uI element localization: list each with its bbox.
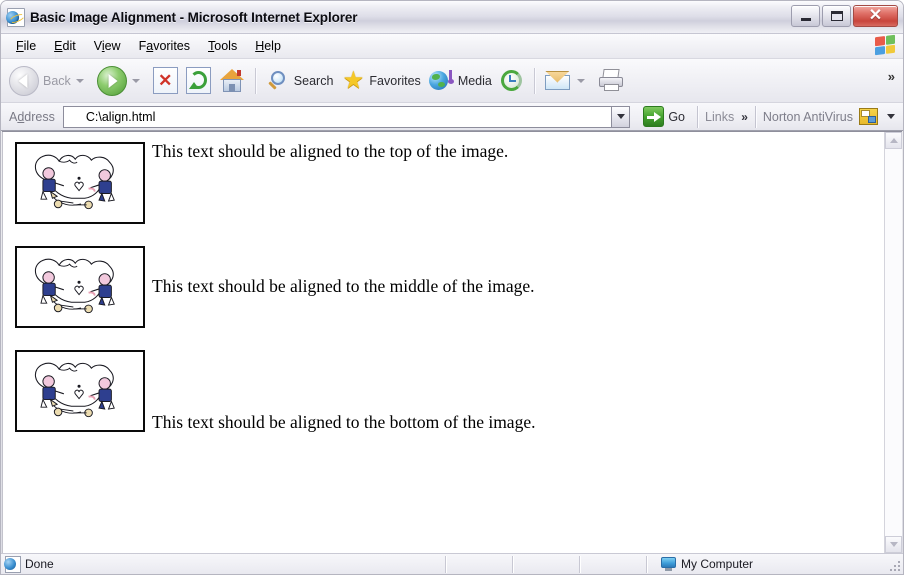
align-row-middle: This text should be aligned to the middl… — [15, 246, 884, 328]
back-arrow-icon — [9, 65, 39, 96]
menu-item-help[interactable]: Help — [246, 37, 290, 55]
chevron-down-icon — [616, 114, 625, 119]
minimize-icon — [801, 18, 811, 21]
forward-dropdown-chevron-icon[interactable] — [131, 78, 140, 83]
stop-icon: ✕ — [152, 67, 178, 94]
go-button[interactable]: Go — [638, 105, 690, 129]
maximize-button[interactable] — [822, 5, 851, 27]
favorites-button[interactable]: ★ Favorites — [337, 62, 424, 100]
align-row-bottom: This text should be aligned to the botto… — [15, 350, 884, 432]
ie-document-icon[interactable] — [6, 8, 25, 27]
toolbar-overflow-chevron-icon[interactable]: » — [888, 69, 895, 84]
history-button[interactable] — [496, 62, 528, 100]
close-icon: ✕ — [868, 7, 883, 24]
clipart-image-middle[interactable] — [15, 246, 145, 328]
maximize-icon — [831, 11, 843, 21]
menu-item-favorites[interactable]: Favorites — [130, 37, 199, 55]
norton-antivirus-label[interactable]: Norton AntiVirus — [763, 110, 853, 124]
status-message-pane: Done — [4, 555, 445, 574]
menu-item-tools[interactable]: Tools — [199, 37, 246, 55]
scroll-down-button[interactable] — [885, 536, 902, 553]
refresh-icon — [185, 67, 211, 94]
toolbar-separator-1 — [254, 67, 256, 94]
norton-dropdown-chevron-icon[interactable] — [887, 114, 895, 119]
home-button[interactable] — [215, 62, 249, 100]
align-text-top: This text should be aligned to the top o… — [152, 141, 509, 161]
status-pane-2 — [446, 555, 512, 574]
vertical-scrollbar[interactable] — [884, 132, 902, 553]
window-controls: ✕ — [791, 5, 898, 27]
mail-button[interactable] — [541, 62, 594, 100]
favorites-button-label: Favorites — [369, 73, 421, 88]
stop-x-glyph: ✕ — [158, 71, 173, 90]
media-button[interactable]: Media — [425, 62, 496, 100]
cherubs-clipart-svg — [35, 154, 115, 210]
content-area: This text should be aligned to the top o… — [2, 131, 902, 553]
back-button[interactable]: Back — [5, 62, 93, 100]
title-bar[interactable]: Basic Image Alignment - Microsoft Intern… — [1, 1, 903, 34]
close-button[interactable]: ✕ — [853, 5, 898, 27]
status-pane-3 — [513, 555, 579, 574]
cherubs-clipart-svg — [35, 362, 115, 418]
main-toolbar: Back ✕ Search ★ Favorites Media » — [1, 59, 903, 103]
refresh-button[interactable] — [182, 62, 215, 100]
security-zone-pane[interactable]: My Computer — [647, 557, 903, 571]
print-button[interactable] — [594, 62, 628, 100]
ie-status-icon — [4, 555, 21, 573]
back-button-label: Back — [43, 73, 71, 88]
window-title: Basic Image Alignment - Microsoft Intern… — [30, 9, 358, 25]
links-button-label[interactable]: Links — [705, 110, 734, 124]
media-button-label: Media — [457, 73, 492, 88]
search-icon — [266, 69, 290, 93]
status-pane-4 — [580, 555, 646, 574]
search-button[interactable]: Search — [262, 62, 338, 100]
address-label: Address — [9, 109, 55, 124]
cherubs-clipart-svg — [35, 258, 115, 314]
my-computer-icon — [661, 557, 676, 571]
align-row-top: This text should be aligned to the top o… — [15, 141, 884, 224]
chevron-up-icon — [889, 138, 898, 143]
norton-antivirus-icon[interactable] — [859, 108, 878, 125]
menu-item-file[interactable]: File — [7, 37, 45, 55]
clipart-image-bottom[interactable] — [15, 350, 145, 432]
toolbar-separator-2 — [533, 67, 535, 94]
mail-dropdown-chevron-icon[interactable] — [576, 78, 585, 83]
windows-flag-logo-icon — [875, 34, 897, 56]
resize-grip[interactable] — [888, 559, 901, 572]
align-text-middle: This text should be aligned to the middl… — [152, 276, 535, 297]
chevron-down-icon — [889, 542, 898, 547]
back-dropdown-chevron-icon[interactable] — [75, 78, 84, 83]
menu-bar: File Edit View Favorites Tools Help — [1, 34, 903, 59]
stop-button[interactable]: ✕ — [149, 62, 182, 100]
scrollbar-track[interactable] — [885, 149, 902, 536]
printer-icon — [598, 69, 624, 92]
address-separator-1 — [697, 105, 699, 128]
security-zone-text: My Computer — [681, 557, 754, 571]
status-bar: Done My Computer — [1, 553, 903, 574]
star-icon: ★ — [342, 67, 365, 94]
media-icon — [428, 69, 454, 92]
go-button-label: Go — [668, 109, 686, 124]
links-overflow-chevron-icon[interactable]: » — [741, 110, 748, 124]
browser-window: Basic Image Alignment - Microsoft Intern… — [0, 0, 904, 575]
mail-icon — [544, 70, 572, 91]
search-button-label: Search — [293, 73, 334, 88]
address-dropdown-button[interactable] — [611, 105, 631, 128]
forward-arrow-icon — [96, 65, 127, 96]
minimize-button[interactable] — [791, 5, 820, 27]
align-text-bottom: This text should be aligned to the botto… — [152, 411, 536, 432]
history-icon — [500, 69, 524, 93]
status-text: Done — [25, 557, 54, 571]
address-input[interactable]: C:\align.html — [62, 105, 612, 128]
go-arrow-icon — [643, 106, 665, 127]
menu-item-view[interactable]: View — [85, 37, 130, 55]
scroll-up-button[interactable] — [885, 132, 902, 149]
home-icon — [219, 68, 245, 93]
address-separator-2 — [754, 105, 756, 128]
address-bar: Address C:\align.html Go Links » Norton … — [1, 103, 903, 131]
web-page-document: This text should be aligned to the top o… — [2, 132, 884, 553]
menu-item-edit[interactable]: Edit — [45, 37, 85, 55]
forward-button[interactable] — [93, 62, 149, 100]
clipart-image-top[interactable] — [15, 142, 145, 224]
